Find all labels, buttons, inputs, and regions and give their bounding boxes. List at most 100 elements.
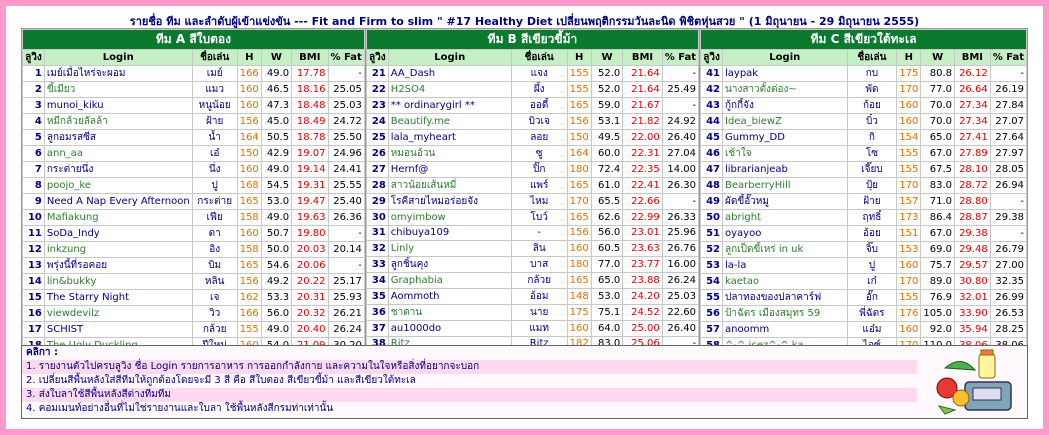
cell: 26.64 bbox=[954, 81, 991, 98]
member-login-link[interactable]: Graphabia bbox=[387, 271, 512, 289]
member-login-link[interactable]: Need A Nap Every Afternoon bbox=[43, 193, 193, 210]
cell: 22.35 bbox=[622, 161, 663, 178]
member-login-link[interactable]: ลูกเป็ดขี้เหร่ in uk bbox=[722, 241, 848, 258]
team-table: ทีม A สีใบตอง ลูวิง Login ชื่อเล่น H W BMI% Fa… bbox=[22, 29, 365, 386]
member-login-link[interactable]: The Starry Night bbox=[43, 289, 193, 306]
member-login-link[interactable]: poojo_ke bbox=[43, 177, 193, 194]
member-login-link[interactable]: เช้าใจ bbox=[722, 145, 848, 162]
cell: - bbox=[989, 193, 1028, 210]
column-header: ลูวิง bbox=[365, 49, 389, 66]
cell: 20.06 bbox=[291, 257, 329, 274]
cell: 54.6 bbox=[260, 257, 293, 274]
cell: 29.38 bbox=[954, 225, 991, 242]
table-row: 33 ลูกชิ้นคุง บาส 180 77.0 23.77 16.00 bbox=[365, 255, 700, 273]
member-login-link[interactable]: โรคีสายไหมอร่อยจัง bbox=[387, 193, 512, 210]
member-login-link[interactable]: หมีกล้วยลัลล้า bbox=[43, 113, 193, 130]
cell: แอ๋ม bbox=[846, 321, 898, 338]
member-login-link[interactable]: Mafiakung bbox=[43, 209, 193, 226]
member-login-link[interactable]: oyayoo bbox=[722, 225, 848, 242]
cell: 25.40 bbox=[327, 193, 365, 210]
member-login-link[interactable]: ลูกชิ้นคุง bbox=[387, 255, 512, 273]
cell: 20.31 bbox=[291, 289, 329, 306]
cell: 22.00 bbox=[622, 129, 663, 146]
cell: 28 bbox=[365, 177, 389, 194]
member-login-link[interactable]: Idea_biewZ bbox=[722, 113, 848, 130]
cell: 13 bbox=[22, 257, 45, 274]
member-login-link[interactable]: กระต่ายนึ่ง bbox=[43, 161, 193, 178]
cell: 14 bbox=[22, 273, 45, 290]
cell: 160 bbox=[896, 97, 922, 114]
cell: 27.84 bbox=[989, 97, 1028, 114]
member-login-link[interactable]: viewdevilz bbox=[43, 305, 193, 322]
member-login-link[interactable]: Beautify.me bbox=[387, 113, 512, 130]
member-login-link[interactable]: หมอนอ้วน bbox=[387, 145, 512, 162]
member-login-link[interactable]: H2SO4 bbox=[387, 81, 512, 98]
cell: 165 bbox=[566, 271, 592, 289]
cell: 164 bbox=[566, 145, 592, 162]
cell: 30 bbox=[365, 209, 389, 226]
cell: 20.40 bbox=[291, 321, 329, 338]
member-login-link[interactable]: ปลาทองของปลาคาร์ฟ bbox=[722, 289, 848, 306]
member-login-link[interactable]: Aommoth bbox=[387, 287, 512, 305]
member-login-link[interactable]: ขี้เมียว bbox=[43, 81, 193, 98]
cell: 11 bbox=[22, 225, 45, 242]
member-login-link[interactable]: SCHIST bbox=[43, 321, 193, 338]
member-login-link[interactable]: laypak bbox=[722, 65, 848, 82]
member-login-link[interactable]: Hernf@ bbox=[387, 161, 512, 178]
table-row: 48 BearberryHill ปุ้ย 170 83.0 28.72 26.94 bbox=[700, 177, 1028, 194]
cell: 59.0 bbox=[590, 97, 624, 114]
member-login-link[interactable]: SoDa_Indy bbox=[43, 225, 193, 242]
cell: 86.4 bbox=[920, 209, 956, 226]
member-login-link[interactable]: สาวน้อยเส้นหมี่ bbox=[387, 177, 512, 194]
member-login-link[interactable]: la-la bbox=[722, 257, 848, 274]
member-login-link[interactable]: AA_Dash bbox=[387, 65, 512, 82]
member-login-link[interactable]: นางสาวตั้งต่อง~ bbox=[722, 81, 848, 98]
member-login-link[interactable]: anoomm bbox=[722, 321, 848, 338]
member-login-link[interactable]: Linly bbox=[387, 239, 512, 257]
cell: 15 bbox=[22, 289, 45, 306]
member-login-link[interactable]: พรุ่งนี้ที่รอคอย bbox=[43, 257, 193, 274]
member-login-link[interactable]: librarianjeab bbox=[722, 161, 848, 178]
member-login-link[interactable]: chibuya109 bbox=[387, 225, 512, 241]
cell: 33 bbox=[365, 255, 389, 273]
member-login-link[interactable]: ** ordinarygirl ** bbox=[387, 97, 512, 114]
member-login-link[interactable]: ann_aa bbox=[43, 145, 193, 162]
member-login-link[interactable]: ป้าฉัตร เมืองสมุทร 59 bbox=[722, 305, 848, 322]
cell: 33.90 bbox=[954, 305, 991, 322]
member-login-link[interactable]: BearberryHill bbox=[722, 177, 848, 194]
cell: 18.48 bbox=[291, 97, 329, 114]
member-login-link[interactable]: กู้กกี้จัง bbox=[722, 97, 848, 114]
member-login-link[interactable]: munoi_kiku bbox=[43, 97, 193, 114]
member-login-link[interactable]: ชาดาน bbox=[387, 303, 512, 321]
cell: 77.0 bbox=[590, 255, 624, 273]
member-login-link[interactable]: kaetao bbox=[722, 273, 848, 290]
table-row: 23 ** ordinarygirl ** ออดี้ 165 59.0 21.67- bbox=[365, 97, 700, 114]
member-login-link[interactable]: lala_myheart bbox=[387, 129, 512, 146]
cell: 50 bbox=[700, 209, 723, 226]
member-login-link[interactable]: omyimbow bbox=[387, 209, 512, 226]
member-login-link[interactable]: lin&bukky bbox=[43, 273, 193, 290]
cell: 57 bbox=[700, 321, 723, 338]
member-login-link[interactable]: au1000do bbox=[387, 319, 512, 337]
cell: 53.0 bbox=[260, 193, 293, 210]
cell: 53.1 bbox=[590, 113, 624, 130]
cell: 56 bbox=[700, 305, 723, 322]
member-login-link[interactable]: inkzung bbox=[43, 241, 193, 258]
cell: 35 bbox=[365, 287, 389, 305]
cell: 5 bbox=[22, 129, 45, 146]
cell: แพร์ bbox=[510, 177, 568, 194]
cell: 16.00 bbox=[661, 255, 700, 273]
member-login-link[interactable]: ผัดขี้อั๊วหมู bbox=[722, 193, 848, 210]
cell: 49.5 bbox=[590, 129, 624, 146]
member-login-link[interactable]: ลูกอมรสซีส bbox=[43, 129, 193, 146]
member-login-link[interactable]: Gummy_DD bbox=[722, 129, 848, 146]
column-header: Login bbox=[722, 49, 848, 66]
cell: 7 bbox=[22, 161, 45, 178]
cell: 170 bbox=[896, 81, 922, 98]
member-login-link[interactable]: abright bbox=[722, 209, 848, 226]
cell: 25.17 bbox=[327, 273, 365, 290]
cell: หลิน bbox=[191, 273, 238, 290]
table-row: 5 ลูกอมรสซีส น้ำ 164 50.5 18.78 25.50 bbox=[22, 129, 365, 146]
cell: 51 bbox=[700, 225, 723, 242]
member-login-link[interactable]: เมย์เมื่อไหร่จะผอม bbox=[43, 65, 193, 82]
